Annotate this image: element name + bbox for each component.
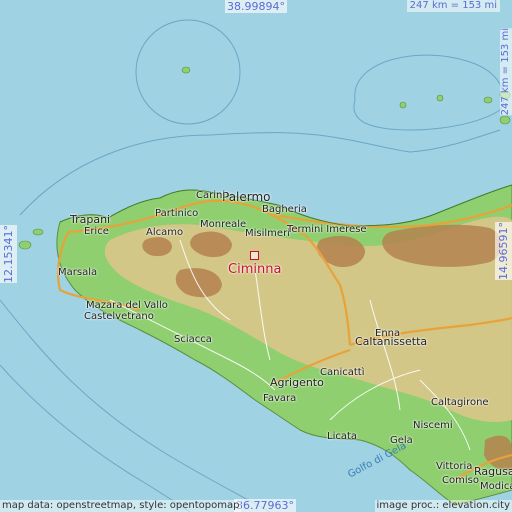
town-marsala: Marsala xyxy=(58,267,98,278)
town-castelvetrano: Castelvetrano xyxy=(84,311,154,322)
town-alcamo: Alcamo xyxy=(146,227,184,238)
coord-bottom-label: 36.77963° xyxy=(234,499,296,512)
town-enna: Enna xyxy=(375,328,401,339)
town-mazara: Mazara del Vallo xyxy=(86,300,168,311)
town-vittoria: Vittoria xyxy=(436,461,473,472)
coord-left-label: 12.15341° xyxy=(0,225,17,283)
map-credit: map data: openstreetmap, style: opentopo… xyxy=(0,500,242,512)
town-caltagirone: Caltagirone xyxy=(431,397,489,408)
town-partinico: Partinico xyxy=(155,208,199,219)
town-misilmeri: Misilmeri xyxy=(245,228,290,239)
town-comiso: Comiso xyxy=(442,475,479,486)
image-credit: image proc.: elevation.city xyxy=(374,500,512,512)
town-termini: Termini Imerese xyxy=(287,224,367,235)
town-sciacca: Sciacca xyxy=(174,334,212,345)
coord-right-label: 14.96591° xyxy=(495,222,512,280)
town-niscemi: Niscemi xyxy=(413,420,453,431)
town-trapani: Trapani xyxy=(70,213,111,226)
location-marker xyxy=(250,251,259,260)
town-monreale: Monreale xyxy=(200,219,247,230)
town-agrigento: Agrigento xyxy=(270,376,324,389)
scale-label-top: 247 km = 153 mi xyxy=(406,0,500,12)
town-bagheria: Bagheria xyxy=(262,204,307,215)
town-palermo: Palermo xyxy=(222,190,271,204)
town-licata: Licata xyxy=(327,431,358,442)
town-erice: Erice xyxy=(84,226,109,237)
town-ragusa: Ragusa xyxy=(474,465,512,478)
town-favara: Favara xyxy=(263,393,297,404)
town-carini: Carini xyxy=(196,190,226,201)
town-canicatti: Canicattì xyxy=(320,367,365,378)
main-place-label: Ciminna xyxy=(228,262,282,277)
coord-top-label: 38.99894° xyxy=(225,0,287,13)
scale-label-right: 247 km = 153 mi xyxy=(500,28,512,116)
town-modica: Modica xyxy=(480,481,512,492)
